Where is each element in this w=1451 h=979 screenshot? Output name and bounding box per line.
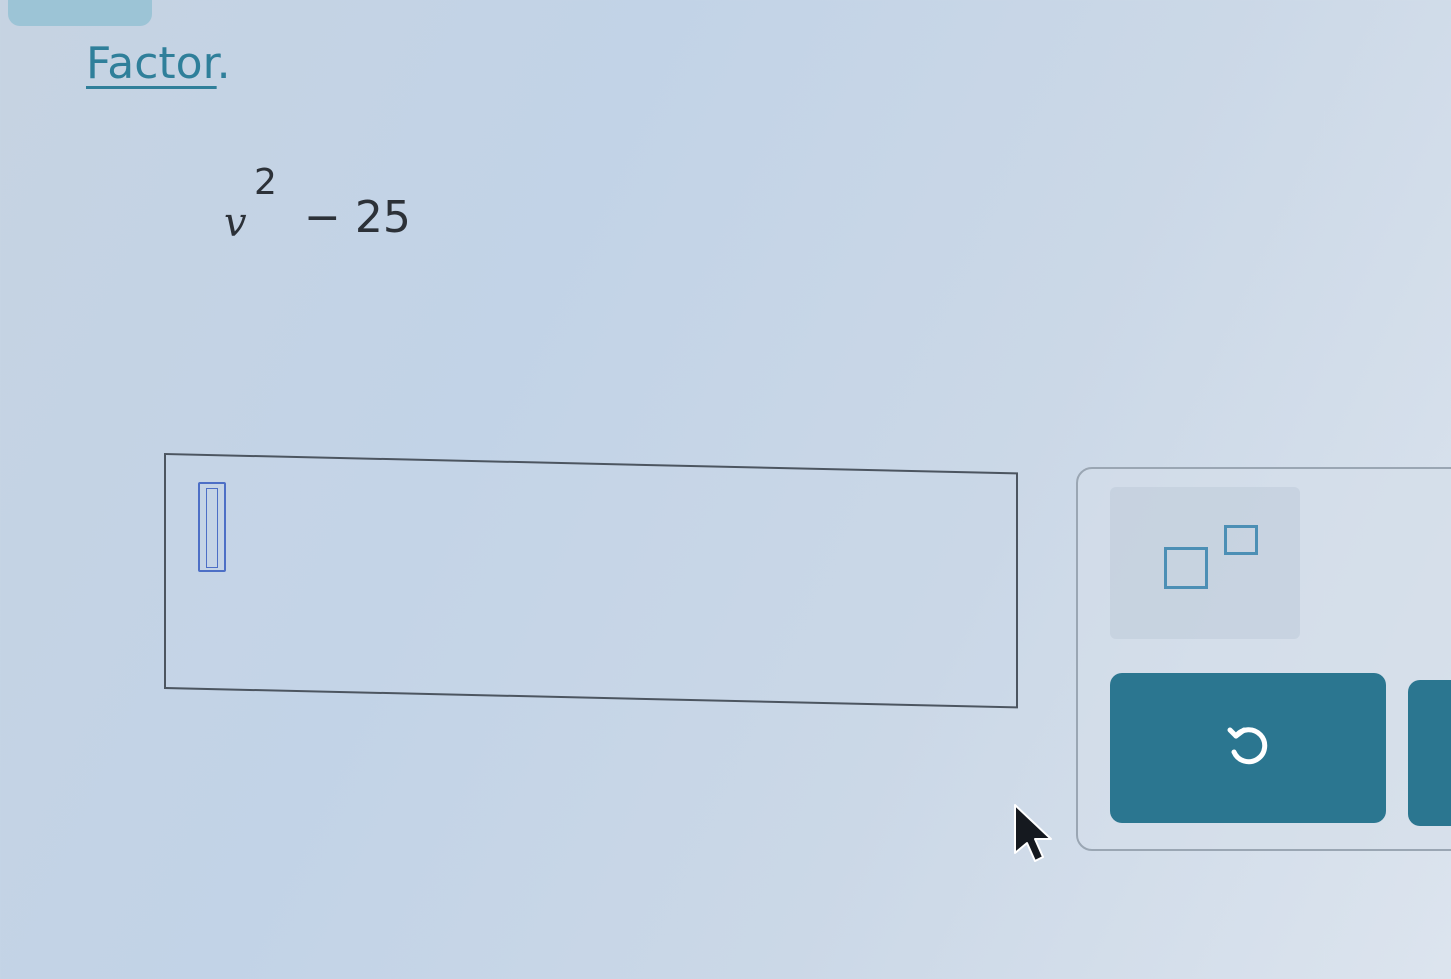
problem-exponent: 2 — [254, 162, 277, 203]
instruction-punctuation: . — [216, 38, 231, 89]
exponent-base-box — [1164, 547, 1208, 589]
exponent-power-box — [1224, 525, 1258, 555]
answer-placeholder-cursor[interactable] — [198, 482, 226, 572]
top-tab[interactable] — [8, 0, 152, 26]
problem-constant: 25 — [354, 192, 411, 243]
answer-input[interactable] — [164, 453, 1018, 709]
undo-icon — [1222, 720, 1274, 776]
next-tool-button[interactable] — [1408, 680, 1451, 826]
mouse-pointer — [1013, 803, 1057, 867]
problem-variable: v — [224, 200, 247, 246]
problem-operator: − — [304, 192, 341, 243]
problem-rest: − 25 — [304, 192, 411, 243]
undo-button[interactable] — [1110, 673, 1386, 823]
instruction-word: Factor — [86, 38, 217, 89]
exponent-button[interactable] — [1110, 487, 1300, 639]
instruction-text: Factor. — [86, 38, 231, 89]
